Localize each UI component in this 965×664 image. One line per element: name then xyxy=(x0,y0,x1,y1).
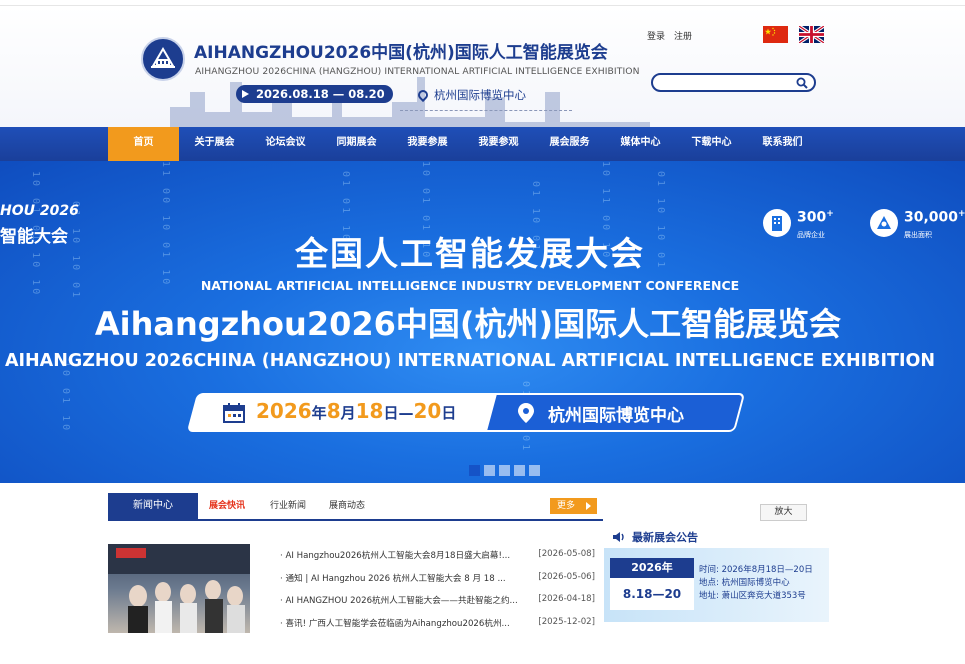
main-nav: 首页 关于展会 论坛会议 同期展会 我要参展 我要参观 展会服务 媒体中心 下载… xyxy=(0,127,965,161)
tab-exhibitor-news[interactable]: 展商动态 xyxy=(329,493,365,519)
slide-dot-2[interactable] xyxy=(484,465,495,476)
banner-english-title: AIHANGZHOU 2026CHINA (HANGZHOU) INTERNAT… xyxy=(4,351,935,371)
nav-contact[interactable]: 联系我们 xyxy=(747,127,818,161)
calendar-icon xyxy=(223,403,245,423)
register-link[interactable]: 注册 xyxy=(674,32,692,42)
site-title-en: AIHANGZHOU 2026CHINA (HANGZHOU) INTERNAT… xyxy=(195,66,640,77)
slide-indicators xyxy=(469,465,540,476)
site-header: AIHANGZHOU2026中国(杭州)国际人工智能展览会 AIHANGZHOU… xyxy=(0,7,965,127)
hero-banner[interactable]: 10 01 01 10 10 01 10 10 01 11 00 10 01 1… xyxy=(0,161,965,483)
notice-card[interactable]: 2026年 8.18—20 时间: 2026年8月18日—20日 地点: 杭州国… xyxy=(604,548,829,622)
nav-exhibit[interactable]: 我要参展 xyxy=(392,127,463,161)
list-item[interactable]: · AI HANGZHOU 2026杭州人工智能大会——共赴智能之约... [20… xyxy=(280,591,598,614)
notice-date-block: 2026年 8.18—20 xyxy=(610,558,694,610)
banner-side-text: HOU 2026 xyxy=(0,203,79,219)
search-icon[interactable] xyxy=(796,77,808,89)
china-flag-icon[interactable] xyxy=(763,26,788,43)
banner-date-venue-bar: 2026年8月18日—20日 杭州国际博览中心 xyxy=(186,393,747,432)
search-box xyxy=(651,73,816,92)
list-item[interactable]: · AI Hangzhou2026杭州人工智能大会8月18日盛大启幕!... [2… xyxy=(280,546,598,569)
nav-media[interactable]: 媒体中心 xyxy=(605,127,676,161)
header-date: 2026.08.18 — 08.20 xyxy=(236,85,393,103)
banner-subtitle: NATIONAL ARTIFICIAL INTELLIGENCE INDUSTR… xyxy=(200,278,740,293)
top-strip xyxy=(0,0,965,6)
uk-flag-icon[interactable] xyxy=(799,26,824,43)
login-link[interactable]: 登录 xyxy=(647,32,665,42)
notice-info: 时间: 2026年8月18日—20日 地点: 杭州国际博览中心 地址: 萧山区奔… xyxy=(699,565,813,601)
slide-dot-4[interactable] xyxy=(514,465,525,476)
header-venue: 杭州国际博览中心 xyxy=(415,87,526,103)
nav-home[interactable]: 首页 xyxy=(108,127,179,161)
more-button[interactable]: 更多 xyxy=(550,498,597,514)
slide-dot-1[interactable] xyxy=(469,465,480,476)
slide-dot-5[interactable] xyxy=(529,465,540,476)
news-photo[interactable] xyxy=(108,544,250,633)
banner-date: 2026年8月18日—20日 xyxy=(256,399,457,423)
list-item[interactable]: · 通知 | AI Hangzhou 2026 杭州人工智能大会 8 月 18 … xyxy=(280,569,598,592)
nav-downloads[interactable]: 下载中心 xyxy=(676,127,747,161)
news-tabs: 新闻中心 展会快讯 行业新闻 展商动态 xyxy=(108,493,603,521)
tab-industry-news[interactable]: 行业新闻 xyxy=(270,493,306,519)
location-pin-icon xyxy=(415,87,431,103)
nav-visit[interactable]: 我要参观 xyxy=(463,127,534,161)
nav-services[interactable]: 展会服务 xyxy=(534,127,605,161)
banner-main-title: Aihangzhou2026中国(杭州)国际人工智能展览会 xyxy=(94,305,842,343)
divider xyxy=(400,110,572,111)
speaker-icon xyxy=(613,532,624,542)
list-item[interactable]: · 喜讯! 广西人工智能学会莅临函为Aihangzhou2026杭州... [20… xyxy=(280,614,598,637)
search-input[interactable] xyxy=(661,76,791,89)
news-list: · AI Hangzhou2026杭州人工智能大会8月18日盛大启幕!... [2… xyxy=(280,546,598,636)
logo-icon[interactable] xyxy=(141,37,185,81)
play-icon xyxy=(242,90,249,98)
auth-links: 登录 注册 xyxy=(647,29,701,42)
nav-about[interactable]: 关于展会 xyxy=(179,127,250,161)
news-section-title: 新闻中心 xyxy=(108,493,198,521)
tab-expo-news[interactable]: 展会快讯 xyxy=(209,493,245,519)
arrow-right-icon xyxy=(586,502,591,510)
site-title: AIHANGZHOU2026中国(杭州)国际人工智能展览会 xyxy=(194,43,608,63)
nav-forum[interactable]: 论坛会议 xyxy=(250,127,321,161)
banner-title: 全国人工智能发展大会 xyxy=(295,234,645,273)
notice-title: 最新展会公告 xyxy=(612,529,698,545)
banner-venue: 杭州国际博览中心 xyxy=(548,406,684,426)
nav-concurrent-shows[interactable]: 同期展会 xyxy=(321,127,392,161)
zoom-button[interactable]: 放大 xyxy=(760,504,807,521)
slide-dot-3[interactable] xyxy=(499,465,510,476)
location-icon xyxy=(518,403,534,423)
